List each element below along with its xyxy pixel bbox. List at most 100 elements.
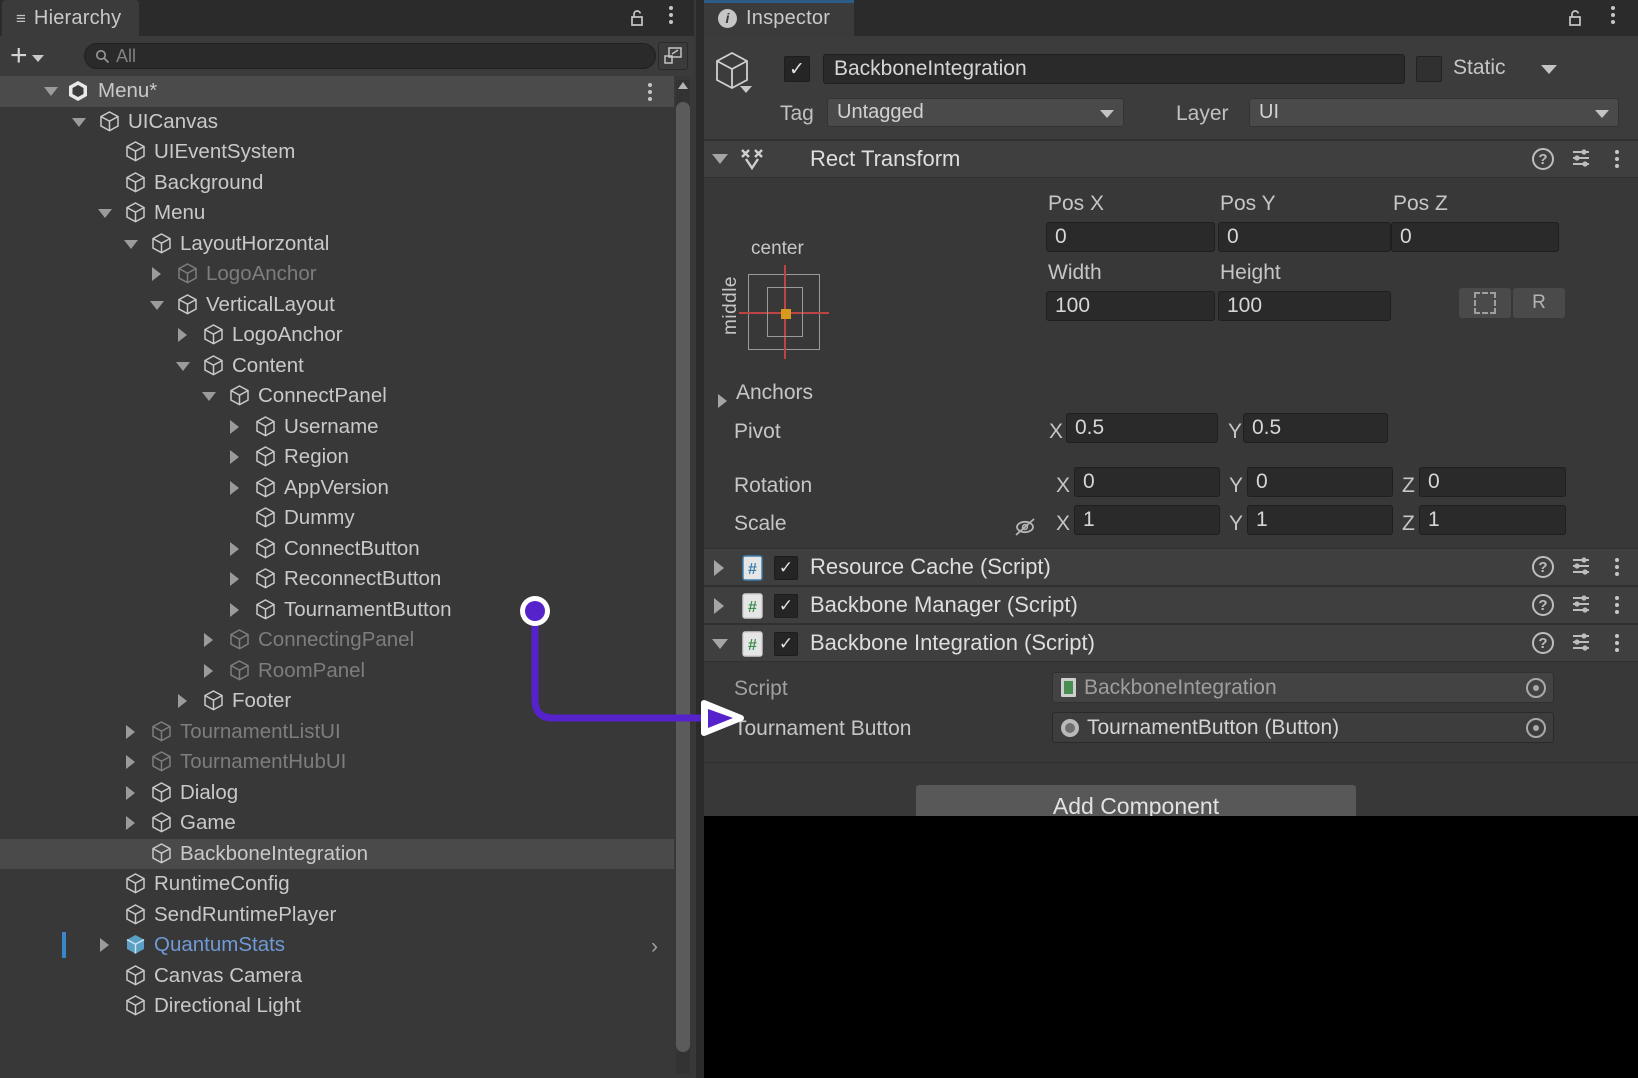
help-icon[interactable]: ? [1532, 556, 1554, 578]
preset-sliders-icon[interactable] [1570, 554, 1592, 581]
expand-twisty-icon[interactable] [124, 240, 138, 249]
tab-hierarchy[interactable]: ≡ Hierarchy [2, 0, 139, 36]
expand-twisty-icon[interactable] [150, 301, 164, 310]
expand-twisty-icon[interactable] [202, 392, 216, 401]
preset-sliders-icon[interactable] [1570, 592, 1592, 619]
rect-transform-expand-twisty-icon[interactable] [712, 154, 728, 164]
scale-x-input[interactable]: 1 [1074, 505, 1220, 535]
help-icon[interactable]: ? [1532, 594, 1554, 616]
hierarchy-item[interactable]: VerticalLayout [0, 290, 674, 321]
scale-z-input[interactable]: 1 [1419, 505, 1566, 535]
expand-twisty-icon[interactable] [176, 362, 190, 371]
kebab-menu-icon[interactable] [1608, 558, 1626, 576]
component-header[interactable]: #✓Resource Cache (Script)? [696, 548, 1638, 586]
object-reference-field[interactable]: TournamentButton (Button) [1052, 712, 1554, 743]
static-checkbox[interactable] [1416, 56, 1442, 82]
pos-z-input[interactable]: 0 [1391, 222, 1559, 252]
rotation-z-input[interactable]: 0 [1419, 467, 1566, 497]
hierarchy-item[interactable]: SendRuntimePlayer [0, 900, 674, 931]
pivot-x-input[interactable]: 0.5 [1066, 413, 1218, 443]
hierarchy-tree[interactable]: Menu*UICanvasUIEventSystemBackgroundMenu… [0, 76, 674, 1078]
hierarchy-item[interactable]: RoomPanel [0, 656, 674, 687]
hierarchy-item[interactable]: TournamentHubUI [0, 747, 674, 778]
scene-kebab-menu-icon[interactable] [648, 83, 652, 101]
collapse-twisty-icon[interactable] [230, 420, 239, 434]
hierarchy-scene-row[interactable]: Menu* [0, 76, 674, 107]
hierarchy-item[interactable]: AppVersion [0, 473, 674, 504]
preset-sliders-icon[interactable] [1570, 630, 1592, 657]
collapse-twisty-icon[interactable] [100, 938, 109, 952]
collapse-twisty-icon[interactable] [126, 725, 135, 739]
rotation-x-input[interactable]: 0 [1074, 467, 1220, 497]
hierarchy-item[interactable]: UICanvas [0, 107, 674, 138]
kebab-menu-icon[interactable] [1608, 596, 1626, 614]
hierarchy-item[interactable]: Background [0, 168, 674, 199]
expand-twisty-icon[interactable] [72, 118, 86, 127]
collapse-twisty-icon[interactable] [126, 816, 135, 830]
height-input[interactable]: 100 [1218, 291, 1391, 321]
collapse-twisty-icon[interactable] [230, 603, 239, 617]
component-enabled-checkbox[interactable]: ✓ [774, 594, 798, 618]
collapse-twisty-icon[interactable] [152, 267, 161, 281]
pivot-y-input[interactable]: 0.5 [1243, 413, 1388, 443]
raw-edit-mode-button[interactable]: R [1513, 288, 1565, 318]
search-mode-icon[interactable] [658, 42, 688, 70]
collapse-twisty-icon[interactable] [178, 328, 187, 342]
scale-y-input[interactable]: 1 [1247, 505, 1393, 535]
component-expand-twisty-icon[interactable] [714, 560, 724, 576]
hierarchy-item[interactable]: ConnectingPanel [0, 625, 674, 656]
static-dropdown-chevron-down-icon[interactable] [1541, 65, 1557, 74]
hierarchy-item[interactable]: UIEventSystem [0, 137, 674, 168]
search-input[interactable]: All [84, 43, 656, 69]
inspector-kebab-menu-icon[interactable] [1604, 6, 1622, 24]
scene-twisty-icon[interactable] [44, 87, 58, 96]
hierarchy-item[interactable]: ReconnectButton [0, 564, 674, 595]
collapse-twisty-icon[interactable] [126, 755, 135, 769]
rect-transform-header[interactable]: Rect Transform ? [696, 140, 1638, 178]
hierarchy-item[interactable]: Username [0, 412, 674, 443]
pos-y-input[interactable]: 0 [1218, 222, 1391, 252]
prefab-open-chevron-right-icon[interactable]: › [651, 935, 658, 959]
gameobject-icon-dropdown-icon[interactable] [740, 86, 752, 93]
scroll-up-arrow-icon[interactable] [678, 82, 688, 89]
hierarchy-item[interactable]: Dialog [0, 778, 674, 809]
hierarchy-item[interactable]: Dummy [0, 503, 674, 534]
blueprint-mode-button[interactable] [1459, 288, 1511, 318]
pos-x-input[interactable]: 0 [1046, 222, 1215, 252]
collapse-twisty-icon[interactable] [126, 786, 135, 800]
hierarchy-item[interactable]: QuantumStats› [0, 930, 674, 961]
hierarchy-item[interactable]: Directional Light [0, 991, 674, 1022]
component-expand-twisty-icon[interactable] [714, 598, 724, 614]
hierarchy-item[interactable]: LogoAnchor [0, 259, 674, 290]
collapse-twisty-icon[interactable] [230, 572, 239, 586]
component-expand-twisty-icon[interactable] [712, 639, 728, 649]
eye-slash-icon[interactable] [1012, 516, 1038, 544]
kebab-menu-icon[interactable] [1608, 150, 1626, 168]
hierarchy-item[interactable]: ConnectButton [0, 534, 674, 565]
object-picker-target-icon[interactable] [1526, 678, 1546, 698]
tag-dropdown[interactable]: Untagged [827, 98, 1124, 127]
hierarchy-item[interactable]: Canvas Camera [0, 961, 674, 992]
collapse-twisty-icon[interactable] [230, 481, 239, 495]
object-picker-target-icon[interactable] [1526, 718, 1546, 738]
component-header[interactable]: #✓Backbone Integration (Script)? [696, 624, 1638, 662]
component-enabled-checkbox[interactable]: ✓ [774, 632, 798, 656]
collapse-twisty-icon[interactable] [204, 664, 213, 678]
hierarchy-item[interactable]: Game [0, 808, 674, 839]
lock-open-icon[interactable] [626, 7, 648, 29]
help-icon[interactable]: ? [1532, 148, 1554, 170]
gameobject-name-input[interactable]: BackboneIntegration [823, 54, 1405, 84]
kebab-menu-icon[interactable] [1608, 634, 1626, 652]
collapse-twisty-icon[interactable] [230, 542, 239, 556]
hierarchy-item[interactable]: Footer [0, 686, 674, 717]
layer-dropdown[interactable]: UI [1249, 98, 1619, 127]
collapse-twisty-icon[interactable] [178, 694, 187, 708]
component-header[interactable]: #✓Backbone Manager (Script)? [696, 586, 1638, 624]
hierarchy-item[interactable]: Menu [0, 198, 674, 229]
gameobject-enabled-checkbox[interactable]: ✓ [784, 56, 810, 82]
hierarchy-item[interactable]: RuntimeConfig [0, 869, 674, 900]
collapse-twisty-icon[interactable] [230, 450, 239, 464]
hierarchy-item-selected[interactable]: BackboneIntegration [0, 839, 674, 870]
help-icon[interactable]: ? [1532, 632, 1554, 654]
hierarchy-item[interactable]: TournamentButton [0, 595, 674, 626]
